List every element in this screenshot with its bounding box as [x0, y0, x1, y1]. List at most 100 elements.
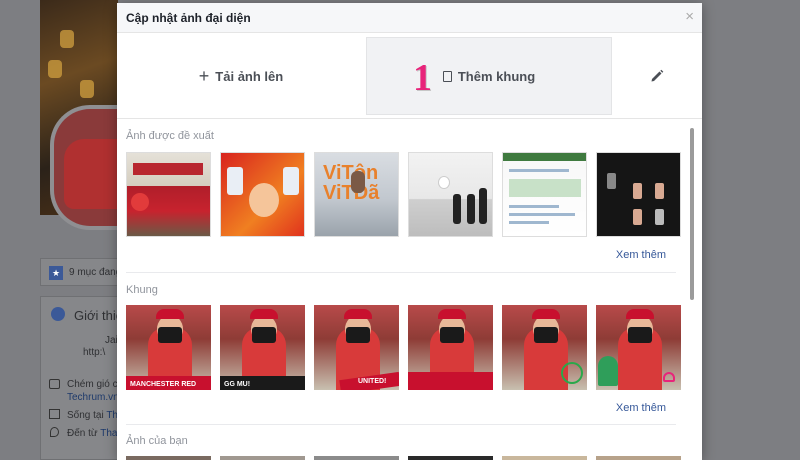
suggested-photo-text-poster[interactable]: ViTôn ViTĐã: [314, 152, 399, 237]
camera-icon: [534, 327, 558, 343]
plus-icon: +: [198, 65, 210, 86]
person-shape: [453, 194, 461, 224]
site-line: [509, 205, 559, 208]
site-line: [509, 169, 569, 172]
hat-shape: [532, 309, 560, 319]
frame-caption: GG MU!: [224, 381, 251, 388]
step-number: 1: [413, 57, 432, 99]
home-icon: [49, 409, 60, 419]
phone-shape: [633, 183, 642, 199]
site-line: [509, 221, 549, 224]
suggested-photo-apple-store[interactable]: [408, 152, 493, 237]
content-scrollbar[interactable]: [690, 128, 694, 300]
person-shape: [467, 194, 475, 224]
phone-shape: [607, 173, 616, 189]
suggested-photo-website-screenshot[interactable]: [502, 152, 587, 237]
frame-band: [408, 372, 493, 390]
hat-shape: [626, 309, 654, 319]
lantern-decoration: [80, 80, 94, 98]
balloon: [131, 193, 149, 211]
frame-option-4[interactable]: [408, 305, 493, 390]
section-divider: [126, 272, 676, 273]
location-pin-icon: [50, 427, 59, 437]
see-more-frames-link[interactable]: Xem thêm: [616, 402, 666, 414]
frame-option-6[interactable]: [596, 305, 681, 390]
upload-photo-label: Tải ảnh lên: [215, 68, 284, 84]
phone-shape: [227, 167, 243, 195]
add-frame-button[interactable]: 1 Thêm khung: [366, 37, 612, 115]
camera-icon: [158, 327, 182, 343]
suggested-photo-iphones-promo[interactable]: [220, 152, 305, 237]
person-face: [249, 183, 279, 217]
frame-caption: MANCHESTER RED: [130, 381, 197, 388]
phone-shape: [283, 167, 299, 195]
update-profile-picture-dialog: Cập nhật ảnh đại diện × + Tải ảnh lên 1 …: [117, 3, 702, 460]
work-link[interactable]: Techrum.vn: [67, 392, 119, 403]
your-photo-4[interactable]: [408, 456, 493, 460]
heart-icon: [663, 372, 675, 382]
your-photo-1[interactable]: [126, 456, 211, 460]
star-icon: ★: [49, 266, 63, 280]
lives-text: Sống tại Tha: [67, 410, 124, 421]
frames-row: MANCHESTER RED GG MU! UNITED!: [126, 305, 681, 390]
section-divider: [126, 424, 676, 425]
intro-card: Giới thiệ Jail http:\ Chém gió cô Techru…: [40, 296, 126, 460]
lantern-decoration: [48, 60, 62, 78]
your-photo-2[interactable]: [220, 456, 305, 460]
your-photo-6[interactable]: [596, 456, 681, 460]
hat-shape: [438, 309, 466, 319]
frame-badge: [561, 362, 583, 384]
hat-shape: [156, 309, 184, 319]
your-photos-row: [126, 456, 681, 460]
person-shape: [351, 171, 365, 193]
intro-link: http:\: [83, 347, 106, 358]
dialog-content: Ảnh được đề xuất ViTôn ViTĐã Xem thêm Kh…: [117, 120, 702, 460]
suggested-photo-store-opening[interactable]: [126, 152, 211, 237]
frame-option-3[interactable]: UNITED!: [314, 305, 399, 390]
camera-icon: [628, 327, 652, 343]
globe-icon: [51, 307, 65, 321]
intro-title: Giới thiệ: [74, 308, 123, 323]
edit-thumbnail-button[interactable]: [627, 37, 687, 115]
site-banner: [509, 179, 581, 197]
frame-caption: UNITED!: [358, 378, 387, 385]
phone-shape: [655, 209, 664, 225]
camera-icon: [440, 327, 464, 343]
suggested-photos-title: Ảnh được đề xuất: [126, 130, 214, 142]
pencil-icon: [651, 69, 664, 82]
notice-text: 9 mục đang: [69, 267, 122, 278]
your-photos-title: Ảnh của bạn: [126, 435, 188, 447]
dialog-actions: + Tải ảnh lên 1 Thêm khung: [117, 33, 702, 119]
dialog-header: Cập nhật ảnh đại diện ×: [117, 3, 702, 33]
frame-option-1[interactable]: MANCHESTER RED: [126, 305, 211, 390]
frames-title: Khung: [126, 284, 158, 296]
camera-icon: [346, 327, 370, 343]
site-line: [509, 213, 575, 216]
palm-tree-shape: [598, 356, 618, 386]
frame-option-2[interactable]: GG MU!: [220, 305, 305, 390]
notice-card: ★ 9 mục đang: [40, 258, 122, 286]
your-photo-3[interactable]: [314, 456, 399, 460]
suggested-photos-row: ViTôn ViTĐã: [126, 152, 681, 237]
upload-photo-button[interactable]: + Tải ảnh lên: [117, 37, 365, 115]
add-frame-label: Thêm khung: [457, 68, 536, 84]
person-shape: [479, 188, 487, 224]
lantern-decoration: [60, 30, 74, 48]
hat-shape: [250, 309, 278, 319]
site-header: [503, 153, 586, 161]
close-icon[interactable]: ×: [685, 9, 694, 24]
frame-icon: [442, 70, 452, 82]
suggested-photo-iphone-prices[interactable]: [596, 152, 681, 237]
store-sign: [133, 163, 203, 175]
briefcase-icon: [49, 379, 60, 389]
camera-icon: [252, 327, 276, 343]
frame-option-5[interactable]: [502, 305, 587, 390]
hat-shape: [344, 309, 372, 319]
see-more-suggested-link[interactable]: Xem thêm: [616, 249, 666, 261]
work-text: Chém gió cô: [67, 379, 124, 390]
apple-logo-icon: [439, 177, 449, 188]
phone-shape: [655, 183, 664, 199]
phone-shape: [633, 209, 642, 225]
your-photo-5[interactable]: [502, 456, 587, 460]
dialog-title: Cập nhật ảnh đại diện: [126, 11, 251, 25]
